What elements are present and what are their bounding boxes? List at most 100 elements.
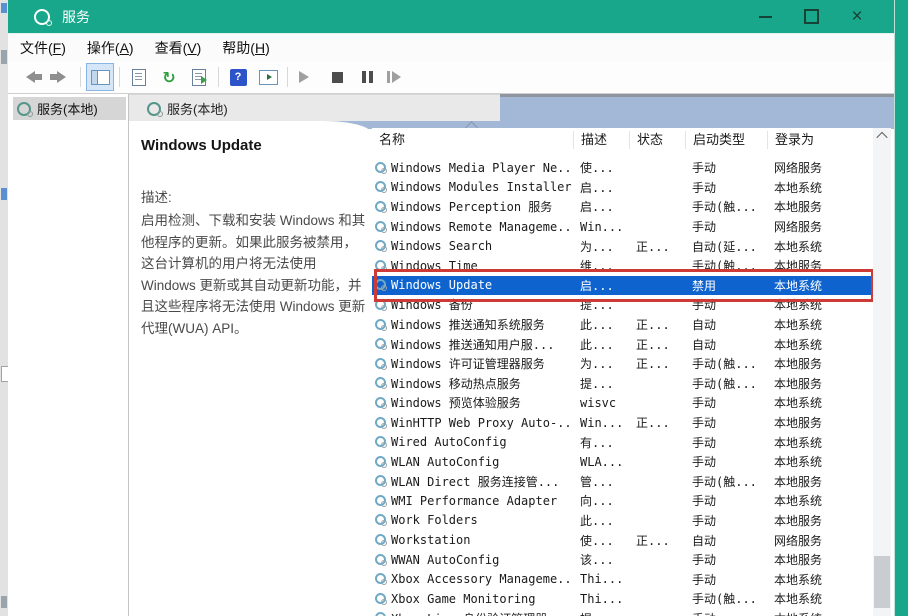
maximize-button[interactable]: [788, 0, 834, 33]
service-gear-icon: [375, 299, 387, 311]
scrollbar-thumb[interactable]: [874, 556, 890, 608]
table-row[interactable]: Xbox Game MonitoringThi...手动(触...本地系统: [372, 589, 873, 609]
table-row[interactable]: WLAN AutoConfigWLA...手动本地系统: [372, 452, 873, 472]
pause-service-button[interactable]: [353, 63, 381, 91]
properties-button[interactable]: [125, 63, 153, 91]
cell-name: Windows 备份: [372, 296, 573, 313]
column-header-logon-as[interactable]: 登录为: [767, 131, 873, 149]
panel-header-tab: 服务(本地): [129, 94, 500, 122]
cell-logon-as: 本地系统: [767, 394, 873, 411]
panel-header-label: 服务(本地): [167, 99, 228, 118]
minimize-button[interactable]: [742, 0, 788, 33]
close-button[interactable]: ×: [834, 0, 880, 33]
cell-logon-as: 本地系统: [767, 336, 873, 353]
cell-logon-as: 本地服务: [767, 375, 873, 392]
help-button[interactable]: ?: [224, 63, 252, 91]
table-row[interactable]: Windows Media Player Ne...使...手动网络服务: [372, 158, 873, 178]
column-header-startup-type[interactable]: 启动类型: [685, 131, 767, 149]
cell-description: wisvc: [573, 396, 629, 410]
cell-description: 有...: [573, 434, 629, 451]
cell-description: Win...: [573, 220, 629, 234]
table-row[interactable]: Windows Time维...手动(触...本地服务: [372, 256, 873, 276]
tree-item-services-local[interactable]: 服务(本地): [13, 97, 126, 120]
service-gear-icon: [375, 436, 387, 448]
column-header-description[interactable]: 描述: [573, 131, 629, 149]
table-row[interactable]: Work Folders此...手动本地服务: [372, 511, 873, 531]
table-row[interactable]: Windows 许可证管理器服务为...正...手动(触...本地服务: [372, 354, 873, 374]
window-controls: ×: [742, 0, 880, 33]
table-row[interactable]: WinHTTP Web Proxy Auto-...Win...正...手动本地…: [372, 413, 873, 433]
cell-name: Windows Remote Manageme...: [372, 220, 573, 234]
table-row[interactable]: Workstation使...正...自动网络服务: [372, 530, 873, 550]
column-header-status[interactable]: 状态: [629, 131, 685, 149]
cell-description: 提...: [573, 375, 629, 392]
cell-description: 为...: [573, 355, 629, 372]
cell-name: Windows Update: [372, 278, 573, 292]
restart-icon: [387, 71, 407, 83]
cell-description: 维...: [573, 257, 629, 274]
table-row[interactable]: WWAN AutoConfig该...手动本地服务: [372, 550, 873, 570]
cell-logon-as: 本地服务: [767, 198, 873, 215]
show-hide-console-tree-button[interactable]: [86, 63, 114, 91]
menu-key: V: [187, 40, 196, 56]
cell-description: Thi...: [573, 592, 629, 606]
service-gear-icon: [375, 221, 387, 233]
scroll-up-button[interactable]: [873, 128, 891, 144]
forward-arrow-icon: [50, 71, 72, 83]
chevron-up-icon: [876, 132, 887, 143]
table-row[interactable]: Xbox Live 身份验证管理器提...手动本地系统: [372, 609, 873, 616]
start-service-button[interactable]: [293, 63, 321, 91]
cell-description: 此...: [573, 336, 629, 353]
show-hide-action-pane-button[interactable]: [254, 63, 282, 91]
cell-name: Workstation: [372, 533, 573, 547]
table-row[interactable]: WMI Performance Adapter向...手动本地系统: [372, 491, 873, 511]
background-fragment: [1, 188, 7, 200]
cell-description: 启...: [573, 179, 629, 196]
cell-name: Windows 推送通知用户服...: [372, 336, 573, 353]
cell-logon-as: 本地系统: [767, 610, 873, 616]
menu-item-file[interactable]: 文件(F): [20, 38, 66, 58]
service-gear-icon: [375, 612, 387, 616]
pause-icon: [362, 71, 366, 83]
stop-service-button[interactable]: [323, 63, 351, 91]
cell-name: Windows 推送通知系统服务: [372, 316, 573, 333]
minimize-icon: [759, 16, 772, 18]
table-row[interactable]: Windows Perception 服务启...手动(触...本地服务: [372, 197, 873, 217]
export-list-button[interactable]: [185, 63, 213, 91]
refresh-button[interactable]: ↻: [155, 63, 183, 91]
vertical-scrollbar[interactable]: [873, 128, 891, 616]
table-row[interactable]: Windows 推送通知用户服...此...正...自动本地系统: [372, 334, 873, 354]
menu-item-view[interactable]: 查看(V): [155, 38, 202, 58]
table-row[interactable]: Windows Update启...禁用本地系统: [372, 276, 873, 296]
cell-description: 为...: [573, 238, 629, 255]
cell-description: 启...: [573, 277, 629, 294]
table-row[interactable]: Windows Search为...正...自动(延...本地系统: [372, 236, 873, 256]
table-row[interactable]: Wired AutoConfig有...手动本地系统: [372, 432, 873, 452]
toolbar-separator: [119, 67, 120, 87]
menu-label: 文件(: [20, 40, 53, 56]
menu-item-action[interactable]: 操作(A): [87, 38, 134, 58]
menu-item-help[interactable]: 帮助(H): [222, 38, 269, 58]
table-row[interactable]: Windows 预览体验服务wisvc手动本地系统: [372, 393, 873, 413]
table-row[interactable]: WLAN Direct 服务连接管...管...手动(触...本地服务: [372, 472, 873, 492]
table-row[interactable]: Windows 推送通知系统服务此...正...自动本地系统: [372, 315, 873, 335]
column-header-name[interactable]: 名称: [372, 131, 573, 149]
forward-button[interactable]: [47, 63, 75, 91]
table-row[interactable]: Windows Remote Manageme...Win...手动网络服务: [372, 217, 873, 237]
cell-startup-type: 手动: [685, 453, 767, 470]
table-row[interactable]: Windows Modules Installer启...手动本地系统: [372, 178, 873, 198]
menu-label: 帮助(: [222, 40, 255, 56]
service-gear-icon: [375, 554, 387, 566]
cell-name: WWAN AutoConfig: [372, 553, 573, 567]
services-table-body: Windows Media Player Ne...使...手动网络服务Wind…: [372, 158, 873, 616]
table-row[interactable]: Xbox Accessory Manageme...Thi...手动本地系统: [372, 569, 873, 589]
service-gear-icon: [375, 279, 387, 291]
cell-description: 提...: [573, 296, 629, 313]
restart-service-button[interactable]: [383, 63, 411, 91]
table-row[interactable]: Windows 移动热点服务提...手动(触...本地服务: [372, 374, 873, 394]
menu-label: ): [61, 40, 66, 56]
cell-startup-type: 自动: [685, 336, 767, 353]
back-button[interactable]: [17, 63, 45, 91]
table-row[interactable]: Windows 备份提...手动本地系统: [372, 295, 873, 315]
help-icon: ?: [230, 69, 247, 86]
